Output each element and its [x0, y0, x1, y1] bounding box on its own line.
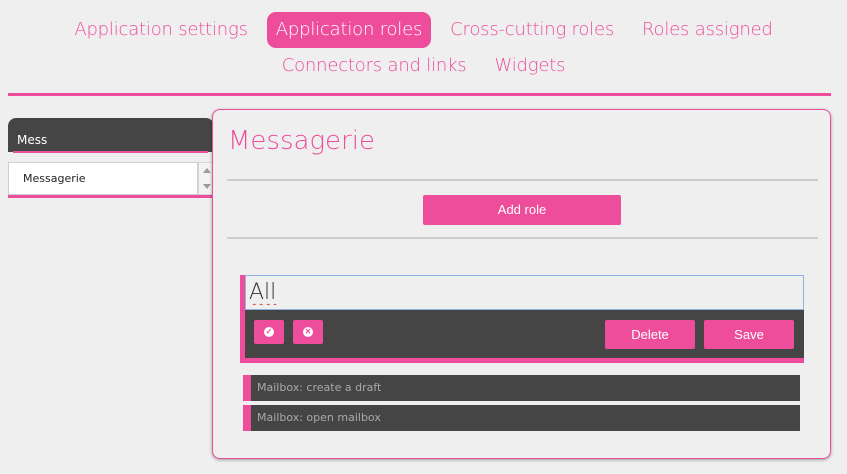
app-list-item[interactable]: Messagerie — [8, 162, 198, 195]
select-all-button[interactable]: ✓ — [254, 320, 284, 344]
app-search-panel — [8, 118, 214, 153]
add-role-button[interactable]: Add role — [423, 195, 621, 225]
app-list: Messagerie — [8, 162, 214, 198]
tab-application-roles[interactable]: Application roles — [266, 12, 432, 48]
action-list-item[interactable]: Mailbox: create a draft — [243, 375, 800, 401]
app-search-input[interactable] — [13, 128, 208, 153]
scroll-down-icon[interactable] — [203, 184, 211, 189]
cross-circle-icon: ✕ — [303, 327, 313, 337]
role-toolbar: ✓ ✕ Delete Save — [245, 310, 804, 358]
divider — [227, 179, 818, 181]
tab-cross-cutting-roles[interactable]: Cross-cutting roles — [441, 12, 623, 48]
tabs-underline — [8, 93, 831, 96]
role-name-input[interactable] — [245, 275, 804, 310]
tab-roles-assigned[interactable]: Roles assigned — [633, 12, 782, 48]
role-editor-bottom-border — [240, 358, 804, 363]
scroll-up-icon[interactable] — [203, 168, 211, 173]
tab-application-settings[interactable]: Application settings — [65, 12, 256, 48]
tabs-row-secondary: Connectors and links Widgets — [0, 48, 847, 84]
check-circle-icon: ✓ — [264, 327, 274, 337]
tab-connectors-and-links[interactable]: Connectors and links — [273, 48, 476, 84]
app-roles-page: Application settings Application roles C… — [0, 0, 847, 474]
application-roles-card: Messagerie Add role ✓ ✕ Delete Save Mail… — [212, 109, 831, 459]
tab-widgets[interactable]: Widgets — [486, 48, 575, 84]
divider — [227, 237, 818, 239]
tabs-row-primary: Application settings Application roles C… — [0, 12, 847, 48]
save-role-button[interactable]: Save — [704, 320, 794, 349]
delete-role-button[interactable]: Delete — [605, 320, 695, 349]
action-list-item[interactable]: Mailbox: open mailbox — [243, 405, 800, 431]
role-editor: ✓ ✕ Delete Save — [240, 275, 804, 363]
card-title: Messagerie — [228, 126, 375, 156]
deselect-all-button[interactable]: ✕ — [293, 320, 323, 344]
